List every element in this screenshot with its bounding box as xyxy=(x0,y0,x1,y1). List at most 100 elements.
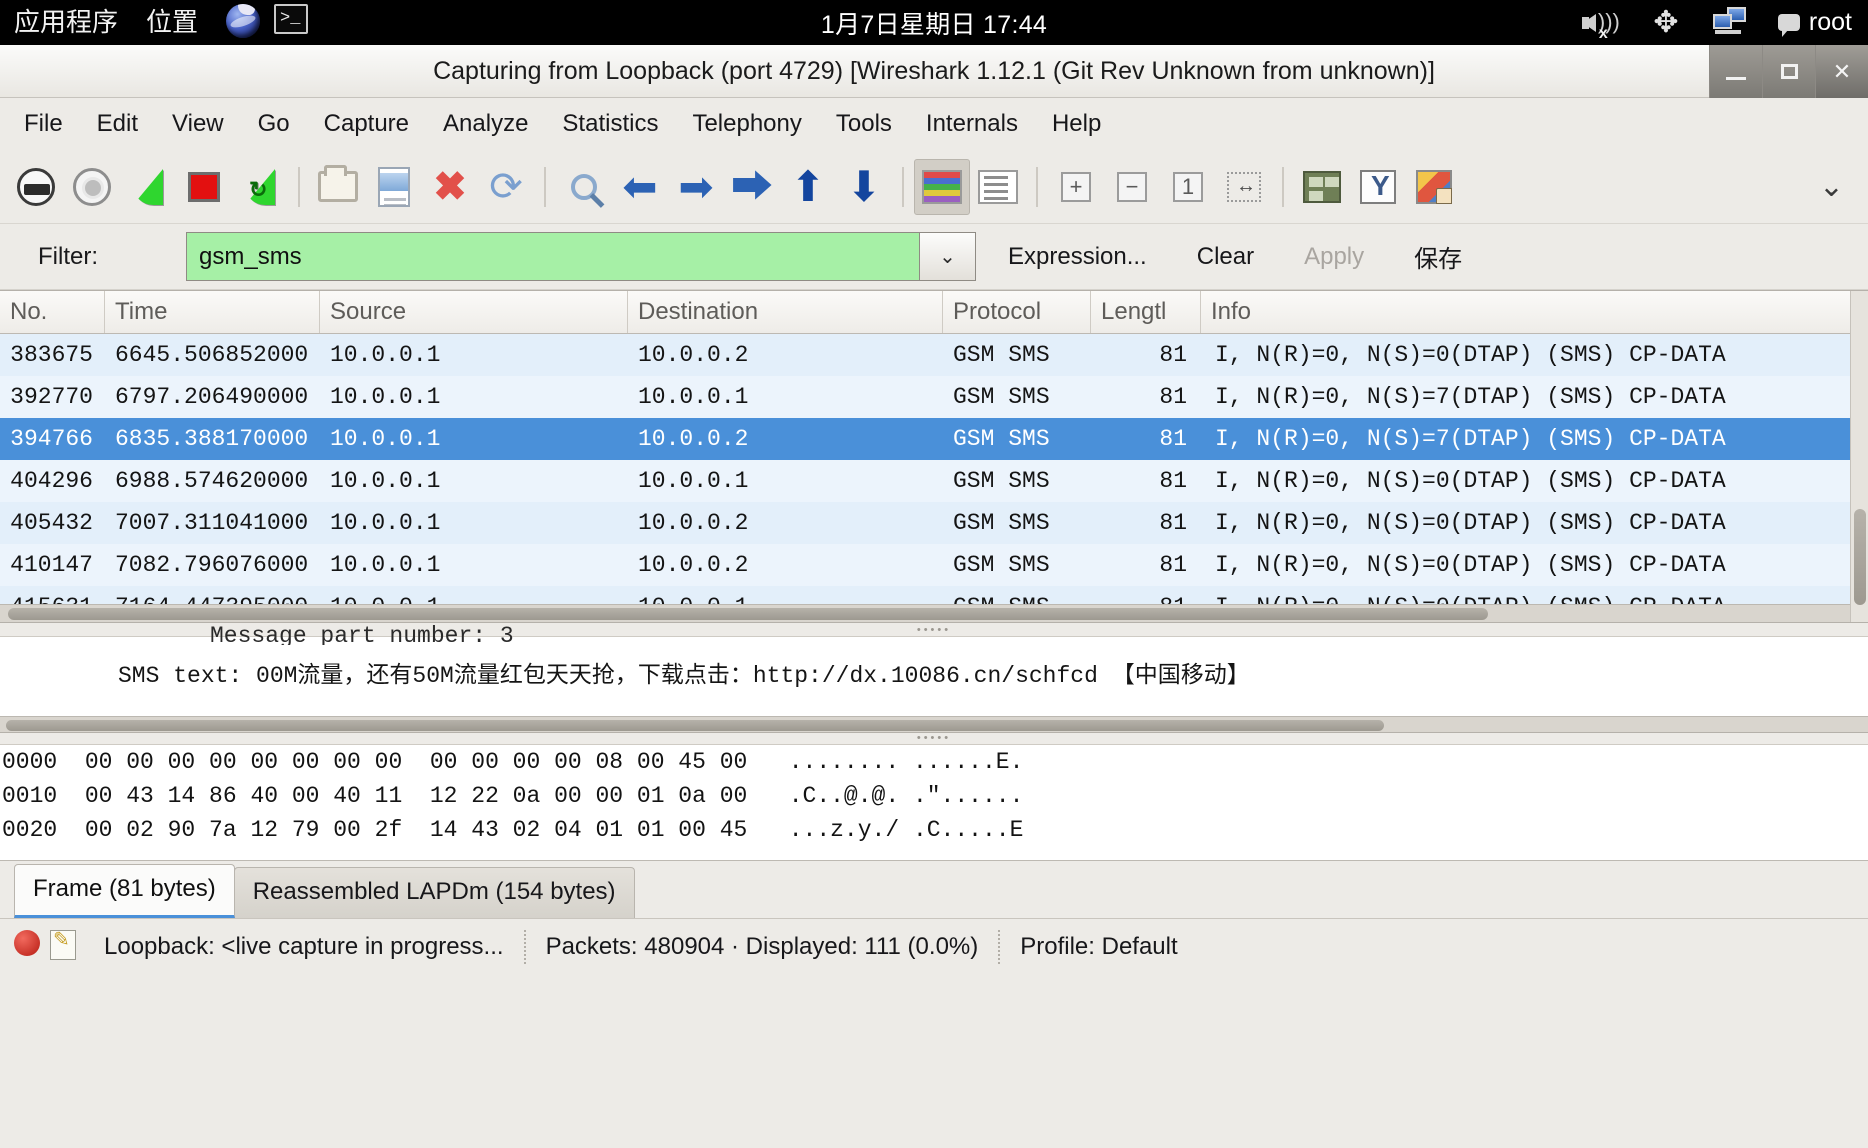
filter-apply-button[interactable]: Apply xyxy=(1286,235,1382,279)
column-header-destination[interactable]: Destination xyxy=(628,291,943,333)
tab-reassembled-lapdm[interactable]: Reassembled LAPDm (154 bytes) xyxy=(233,867,635,918)
coloring-rules-button[interactable] xyxy=(1406,159,1462,215)
menu-file[interactable]: File xyxy=(8,104,79,144)
packet-bytes-pane[interactable]: ••••• 0000 00 00 00 00 00 00 00 00 00 00… xyxy=(0,732,1868,860)
interface-list-button[interactable] xyxy=(8,159,64,215)
cell-no: 410147 xyxy=(10,552,93,578)
stop-capture-button[interactable] xyxy=(176,159,232,215)
colorize-toggle-button[interactable] xyxy=(914,158,970,215)
find-packet-button[interactable] xyxy=(556,159,612,215)
menu-internals[interactable]: Internals xyxy=(910,104,1034,144)
places-menu[interactable]: 位置 xyxy=(132,0,212,45)
packet-list-body[interactable]: 383675 6645.506852000 10.0.0.1 10.0.0.2 GSM … xyxy=(0,334,1868,622)
pane-resize-grip[interactable]: ••••• xyxy=(0,733,1868,745)
menu-capture[interactable]: Capture xyxy=(308,104,425,144)
speaker-muted-icon[interactable]: ))) x xyxy=(1580,3,1620,43)
capture-options-button[interactable] xyxy=(64,159,120,215)
column-header-no[interactable]: No. xyxy=(0,291,105,333)
close-button[interactable]: ✕ xyxy=(1815,45,1868,98)
display-filters-icon xyxy=(1360,169,1396,204)
terminal-launcher[interactable]: >_ xyxy=(274,3,312,42)
cell-time: 6645.506852000 xyxy=(115,342,309,368)
applications-menu[interactable]: 应用程序 xyxy=(0,0,132,45)
hex-dump-row[interactable]: 0020 00 02 90 7a 12 79 00 2f 14 43 02 04… xyxy=(0,813,1868,847)
scrollbar-thumb[interactable] xyxy=(8,608,1488,620)
close-file-button[interactable]: ✖ xyxy=(422,159,478,215)
column-header-info[interactable]: Info xyxy=(1201,291,1868,333)
open-file-button[interactable] xyxy=(310,159,366,215)
firefox-launcher[interactable] xyxy=(226,3,264,42)
menu-analyze[interactable]: Analyze xyxy=(427,104,544,144)
menu-edit[interactable]: Edit xyxy=(81,104,154,144)
packet-list-hscrollbar[interactable] xyxy=(0,604,1850,622)
search-input[interactable] xyxy=(187,233,919,280)
go-to-packet-button[interactable]: ⮕ xyxy=(724,159,780,215)
zoom-in-button[interactable]: + xyxy=(1048,159,1104,215)
displays-icon[interactable] xyxy=(1712,3,1752,43)
table-row[interactable]: 392770 6797.206490000 10.0.0.1 10.0.0.1 GSM … xyxy=(0,376,1868,418)
tab-frame[interactable]: Frame (81 bytes) xyxy=(14,864,235,918)
hex-dump-row[interactable]: 0000 00 00 00 00 00 00 00 00 00 00 00 00… xyxy=(0,745,1868,779)
zoom-out-button[interactable]: − xyxy=(1104,159,1160,215)
table-row[interactable]: 405432 7007.311041000 10.0.0.1 10.0.0.2 GSM … xyxy=(0,502,1868,544)
restart-capture-button[interactable] xyxy=(232,159,288,215)
autoscroll-toggle-button[interactable] xyxy=(970,159,1026,215)
menu-go[interactable]: Go xyxy=(242,104,306,144)
cell-no: 383675 xyxy=(10,342,93,368)
column-header-time[interactable]: Time xyxy=(105,291,320,333)
detail-row-sms-text[interactable]: SMS text: 00M流量，还有50M流量红包天天抢，下载点击：http:/… xyxy=(0,645,1868,689)
capture-comment-icon[interactable] xyxy=(50,927,84,964)
filter-save-button[interactable]: 保存 xyxy=(1396,231,1480,282)
stop-capture-icon xyxy=(188,171,220,202)
menu-help[interactable]: Help xyxy=(1036,104,1117,144)
hex-dump[interactable]: 0000 00 00 00 00 00 00 00 00 00 00 00 00… xyxy=(0,745,1868,847)
interface-list-icon xyxy=(17,167,55,206)
save-file-button[interactable] xyxy=(366,159,422,215)
menu-statistics[interactable]: Statistics xyxy=(546,104,674,144)
menu-telephony[interactable]: Telephony xyxy=(676,104,817,144)
scrollbar-thumb[interactable] xyxy=(1854,509,1866,605)
filter-clear-button[interactable]: Clear xyxy=(1179,235,1272,279)
terminal-icon: >_ xyxy=(274,3,309,34)
toolbar-separator xyxy=(902,166,904,207)
user-menu[interactable]: root xyxy=(1777,8,1852,37)
packet-list[interactable]: No. Time Source Destination Protocol Len… xyxy=(0,290,1868,622)
bluetooth-icon[interactable]: ✥ xyxy=(1646,3,1686,43)
status-profile[interactable]: Profile: Default xyxy=(1006,933,1191,961)
filter-expression-button[interactable]: Expression... xyxy=(990,235,1165,279)
zoom-reset-icon: 1 xyxy=(1173,171,1203,202)
maximize-button[interactable] xyxy=(1762,45,1815,98)
go-first-packet-button[interactable]: ⬆ xyxy=(780,159,836,215)
column-header-length[interactable]: Lengtl xyxy=(1091,291,1201,333)
display-filters-button[interactable] xyxy=(1350,159,1406,215)
zoom-reset-button[interactable]: 1 xyxy=(1160,159,1216,215)
table-row[interactable]: 410147 7082.796076000 10.0.0.1 10.0.0.2 GSM … xyxy=(0,544,1868,586)
expert-info-error-icon[interactable] xyxy=(10,929,44,964)
chevron-down-icon[interactable]: ⌄ xyxy=(1819,169,1860,204)
filter-combo[interactable]: ⌄ xyxy=(186,232,976,281)
go-last-packet-button[interactable]: ⬇ xyxy=(836,159,892,215)
packet-list-vscrollbar[interactable] xyxy=(1850,291,1868,622)
detail-hscrollbar[interactable] xyxy=(0,716,1868,732)
go-back-button[interactable]: ⬅ xyxy=(612,159,668,215)
packet-detail-pane[interactable]: ••••• Message part number: 3 SMS text: 0… xyxy=(0,622,1868,732)
cell-no: 404296 xyxy=(10,468,93,494)
column-header-protocol[interactable]: Protocol xyxy=(943,291,1091,333)
menu-tools[interactable]: Tools xyxy=(820,104,908,144)
hex-dump-row[interactable]: 0010 00 43 14 86 40 00 40 11 12 22 0a 00… xyxy=(0,779,1868,813)
capture-preferences-button[interactable] xyxy=(1294,159,1350,215)
reload-file-button[interactable]: ⟳ xyxy=(478,159,534,215)
table-row[interactable]: 383675 6645.506852000 10.0.0.1 10.0.0.2 GSM … xyxy=(0,334,1868,376)
table-row[interactable]: 404296 6988.574620000 10.0.0.1 10.0.0.1 GSM … xyxy=(0,460,1868,502)
menu-view[interactable]: View xyxy=(156,104,240,144)
resize-columns-button[interactable] xyxy=(1216,159,1272,215)
go-forward-button[interactable]: ➡ xyxy=(668,159,724,215)
window-buttons: ✕ xyxy=(1709,45,1868,98)
minimize-button[interactable] xyxy=(1709,45,1762,98)
cell-destination: 10.0.0.1 xyxy=(638,468,749,494)
column-header-source[interactable]: Source xyxy=(320,291,628,333)
table-row[interactable]: 394766 6835.388170000 10.0.0.1 10.0.0.2 GSM … xyxy=(0,418,1868,460)
scrollbar-thumb[interactable] xyxy=(6,720,1384,731)
start-capture-button[interactable] xyxy=(120,159,176,215)
chevron-down-icon[interactable]: ⌄ xyxy=(919,233,975,280)
